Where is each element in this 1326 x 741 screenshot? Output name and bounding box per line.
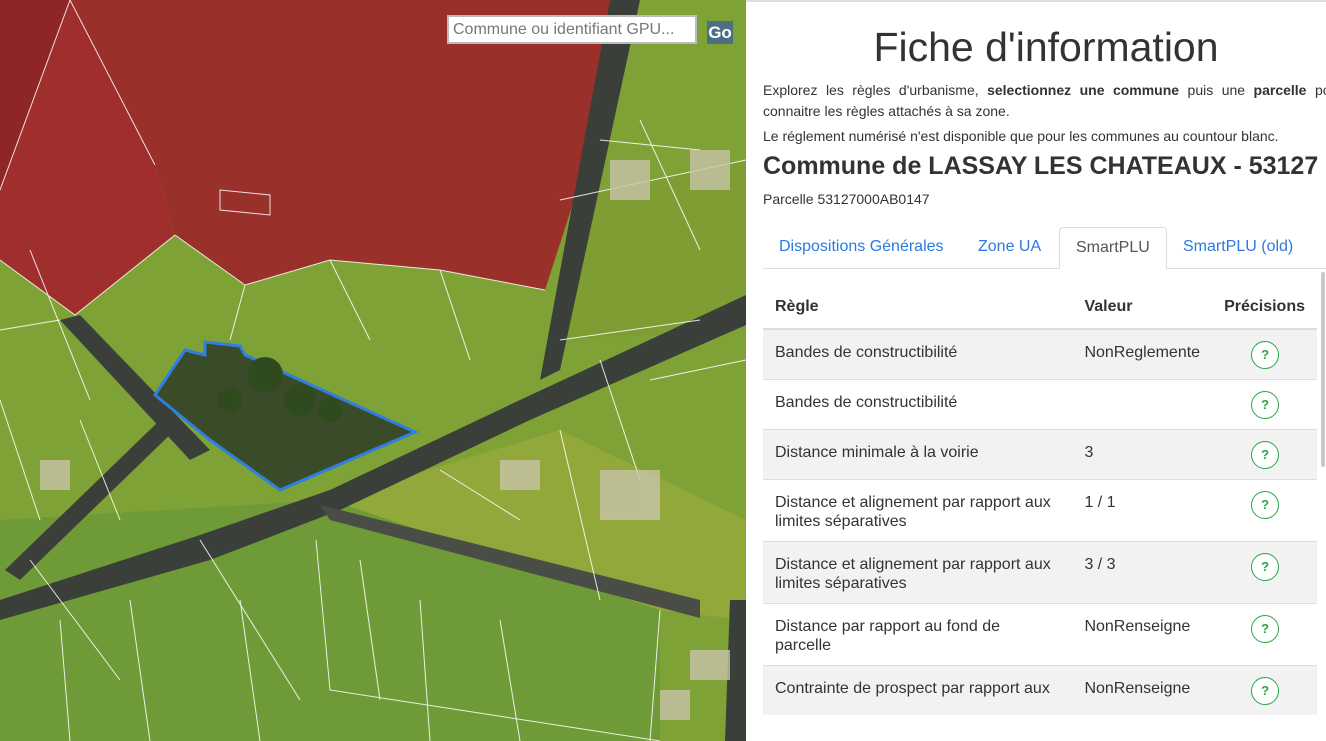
help-button[interactable]: ? — [1251, 615, 1280, 643]
map-canvas[interactable] — [0, 0, 746, 741]
table-row: Bandes de constructibilité NonReglemente… — [763, 328, 1317, 380]
column-header-valeur: Valeur — [1072, 285, 1213, 330]
help-button[interactable]: ? — [1251, 491, 1280, 519]
help-button[interactable]: ? — [1251, 391, 1280, 419]
table-header-row: Règle Valeur Précisions — [763, 285, 1317, 330]
cell-valeur: NonRenseigne — [1072, 603, 1213, 666]
cell-valeur: NonRenseigne — [1072, 665, 1213, 715]
cell-precisions: ? — [1212, 379, 1317, 430]
table-row: Distance et alignement par rapport aux l… — [763, 479, 1317, 542]
tab-smartplu-old[interactable]: SmartPLU (old) — [1167, 227, 1309, 269]
cell-precisions: ? — [1212, 429, 1317, 480]
cell-valeur — [1072, 379, 1213, 430]
help-button[interactable]: ? — [1251, 553, 1280, 581]
map-view[interactable]: Go — [0, 0, 746, 741]
cell-valeur: 3 — [1072, 429, 1213, 480]
tab-zone-ua[interactable]: Zone UA — [962, 227, 1057, 269]
help-button[interactable]: ? — [1251, 341, 1280, 369]
cell-regle: Distance et alignement par rapport aux l… — [763, 479, 1073, 542]
page-title: Fiche d'information — [873, 24, 1219, 70]
cell-regle: Distance minimale à la voirie — [763, 429, 1073, 480]
table-row: Distance minimale à la voirie 3 ? — [763, 429, 1317, 480]
availability-note: Le réglement numérisé n'est disponible q… — [763, 128, 1279, 144]
cell-precisions: ? — [1212, 603, 1317, 666]
commune-search-input[interactable] — [447, 15, 697, 44]
intro-text-bold: selectionnez une commune — [987, 82, 1180, 98]
go-button[interactable]: Go — [707, 21, 733, 44]
tab-smartplu[interactable]: SmartPLU — [1059, 227, 1167, 269]
cell-valeur: NonReglemente — [1072, 328, 1213, 380]
tab-bar: Dispositions Générales Zone UA SmartPLU … — [763, 227, 1326, 269]
help-button[interactable]: ? — [1251, 677, 1280, 705]
cell-regle: Distance et alignement par rapport aux l… — [763, 541, 1073, 604]
intro-text-part: puis une — [1179, 82, 1254, 98]
help-button[interactable]: ? — [1251, 441, 1280, 469]
table-row: Contrainte de prospect par rapport aux N… — [763, 665, 1317, 715]
panel-scrollbar[interactable] — [1321, 272, 1325, 467]
parcel-id: Parcelle 53127000AB0147 — [763, 191, 930, 207]
info-panel: Fiche d'information Explorez les règles … — [746, 0, 1326, 741]
table-row: Bandes de constructibilité ? — [763, 379, 1317, 430]
rules-table: Règle Valeur Précisions Bandes de constr… — [763, 285, 1317, 715]
cell-regle: Bandes de constructibilité — [763, 328, 1073, 380]
cell-regle: Bandes de constructibilité — [763, 379, 1073, 430]
table-row: Distance par rapport au fond de parcelle… — [763, 603, 1317, 666]
rules-table-container[interactable]: Règle Valeur Précisions Bandes de constr… — [763, 285, 1317, 718]
intro-text: Explorez les règles d'urbanisme, selecti… — [763, 80, 1326, 122]
cell-precisions: ? — [1212, 479, 1317, 542]
intro-text-part: Explorez les règles d'urbanisme, — [763, 82, 988, 98]
column-header-precisions: Précisions — [1212, 285, 1317, 330]
commune-heading: Commune de LASSAY LES CHATEAUX - 53127 — [763, 152, 1319, 180]
cell-precisions: ? — [1212, 328, 1317, 380]
cell-valeur: 3 / 3 — [1072, 541, 1213, 604]
cell-regle: Distance par rapport au fond de parcelle — [763, 603, 1073, 666]
table-row: Distance et alignement par rapport aux l… — [763, 541, 1317, 604]
cell-precisions: ? — [1212, 665, 1317, 715]
cell-regle: Contrainte de prospect par rapport aux — [763, 665, 1073, 715]
intro-text-bold: parcelle — [1253, 82, 1307, 98]
column-header-regle: Règle — [763, 285, 1073, 330]
cell-valeur: 1 / 1 — [1072, 479, 1213, 542]
tab-dispositions-generales[interactable]: Dispositions Générales — [763, 227, 960, 269]
cell-precisions: ? — [1212, 541, 1317, 604]
